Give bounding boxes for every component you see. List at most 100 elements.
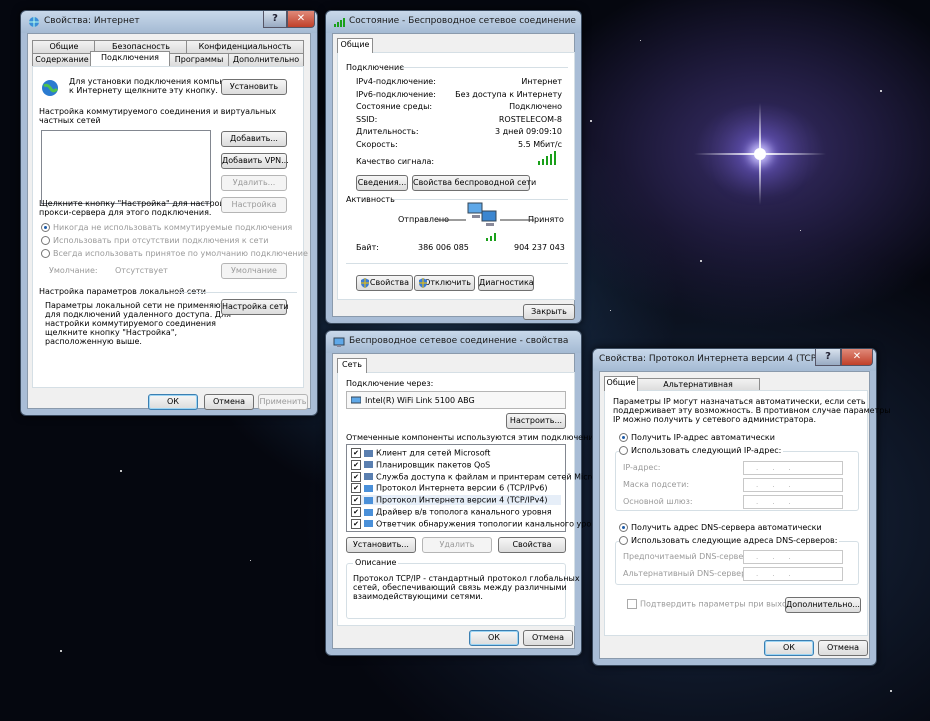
alternate-dns-field[interactable]: ... <box>743 567 843 581</box>
checkbox[interactable]: ✔ <box>351 495 361 506</box>
ipv4-panel: Параметры IP могут назначаться автоматич… <box>604 390 891 636</box>
ok-button[interactable]: ОК <box>148 394 198 410</box>
help-button[interactable]: ? <box>263 11 287 28</box>
checkbox[interactable]: ✔ <box>351 483 361 494</box>
uninstall-button[interactable]: Удалить <box>422 537 492 553</box>
cancel-button[interactable]: Отмена <box>818 640 868 656</box>
title-bar[interactable]: Свойства: Интернет ? ✕ <box>21 11 317 33</box>
lan-text-line: щелкните кнопку "Настройка", <box>45 328 178 337</box>
title-bar[interactable]: Свойства: Протокол Интернета версии 4 (T… <box>593 349 876 371</box>
settings-button[interactable]: Настройка <box>221 197 287 213</box>
star <box>880 90 882 92</box>
ok-button[interactable]: ОК <box>764 640 814 656</box>
component-label: Планировщик пакетов QoS <box>376 460 491 470</box>
tab-advanced[interactable]: Дополнительно <box>228 53 304 66</box>
close-dialog-button[interactable]: Закрыть <box>523 304 575 320</box>
globe-icon <box>42 80 59 96</box>
tab-content[interactable]: Содержание <box>32 53 92 66</box>
setup-text: Для установки подключения компьютера <box>69 77 246 86</box>
validate-checkbox[interactable]: Подтвердить параметры при выходе <box>627 599 797 609</box>
component-icon <box>364 461 373 469</box>
checkbox[interactable]: ✔ <box>351 518 361 529</box>
apply-button[interactable]: Применить <box>258 394 308 410</box>
connections-list[interactable] <box>41 130 211 204</box>
radio-dns-auto[interactable]: Получить адрес DNS-сервера автоматически <box>619 523 822 532</box>
tab-general[interactable]: Общие <box>604 376 638 391</box>
proxy-hint: Щелкните кнопку "Настройка" для настройк… <box>39 199 235 208</box>
component-item[interactable]: ✔ Драйвер в/в тополога канального уровня <box>351 507 552 517</box>
wireless-properties-button[interactable]: Свойства беспроводной сети <box>412 175 536 191</box>
bytes-sent: 386 006 085 <box>418 243 469 252</box>
component-item[interactable]: ✔ Протокол Интернета версии 6 (TCP/IPv6) <box>351 483 548 494</box>
status-row-value: ROSTELECOM-8 <box>498 114 562 124</box>
lan-text-line: расположенную выше. <box>45 337 142 346</box>
cancel-button[interactable]: Отмена <box>523 630 573 646</box>
tab-general[interactable]: Общие <box>337 38 373 53</box>
configure-button[interactable]: Настроить... <box>506 413 566 429</box>
title-bar[interactable]: Состояние - Беспроводное сетевое соедине… <box>326 11 581 33</box>
lan-settings-button[interactable]: Настройка сети <box>221 299 289 315</box>
component-item[interactable]: ✔ Служба доступа к файлам и принтерам сет… <box>351 471 604 482</box>
ok-button[interactable]: ОК <box>469 630 519 646</box>
disable-button[interactable]: Отключить <box>414 275 475 291</box>
checkbox[interactable]: ✔ <box>351 448 361 458</box>
status-row-label: IPv6-подключение: <box>356 89 436 99</box>
preferred-dns-field[interactable]: ... <box>743 550 843 564</box>
star <box>60 650 62 652</box>
install-button[interactable]: Установить... <box>346 537 416 553</box>
checkbox[interactable]: ✔ <box>351 459 361 470</box>
cancel-button[interactable]: Отмена <box>204 394 254 410</box>
status-row-label: Скорость: <box>356 139 398 149</box>
star <box>700 260 702 262</box>
checkbox[interactable]: ✔ <box>351 507 361 517</box>
component-item[interactable]: ✔ Протокол Интернета версии 4 (TCP/IPv4) <box>351 495 561 506</box>
tab-connections[interactable]: Подключения <box>90 51 170 66</box>
component-item[interactable]: ✔ Ответчик обнаружения топологии канально… <box>351 518 606 529</box>
radio-dns-manual[interactable]: Использовать следующие адреса DNS-сервер… <box>619 536 840 545</box>
radio-ip-manual[interactable]: Использовать следующий IP-адрес: <box>619 446 784 455</box>
gateway-field[interactable]: ... <box>743 495 843 509</box>
add-vpn-button[interactable]: Добавить VPN... <box>221 153 289 169</box>
component-label: Клиент для сетей Microsoft <box>376 448 491 458</box>
description-line: сетей, обеспечивающий связь между различ… <box>353 583 567 592</box>
ip-label: IP-адрес: <box>623 463 661 472</box>
radio-when-no-network[interactable]: Использовать при отсутствии подключения … <box>41 236 268 245</box>
help-button[interactable]: ? <box>815 349 841 366</box>
advanced-button[interactable]: Дополнительно... <box>785 597 861 613</box>
tab-programs[interactable]: Программы <box>168 53 230 66</box>
checkbox[interactable]: ✔ <box>351 471 361 482</box>
title-bar[interactable]: Беспроводное сетевое соединение - свойст… <box>326 331 581 353</box>
tab-general[interactable]: Общие <box>32 40 96 53</box>
remove-button[interactable]: Удалить... <box>221 175 287 191</box>
setup-button[interactable]: Установить <box>221 79 287 95</box>
close-button[interactable]: ✕ <box>287 11 315 28</box>
internet-properties-window: Свойства: Интернет ? ✕ Общие Безопасност… <box>20 10 318 416</box>
tab-network[interactable]: Сеть <box>337 358 367 373</box>
component-item[interactable]: ✔ Клиент для сетей Microsoft <box>351 448 490 458</box>
default-button[interactable]: Умолчание <box>221 263 287 279</box>
ip-address-field[interactable]: ... <box>743 461 843 475</box>
intro-line: Параметры IP могут назначаться автоматич… <box>613 397 866 406</box>
radio-ip-auto[interactable]: Получить IP-адрес автоматически <box>619 433 775 442</box>
close-button[interactable]: ✕ <box>841 349 873 366</box>
subnet-mask-field[interactable]: ... <box>743 478 843 492</box>
tab-privacy[interactable]: Конфиденциальность <box>186 40 304 53</box>
properties-button[interactable]: Свойства <box>356 275 413 291</box>
component-icon <box>364 473 373 481</box>
diagnostics-button[interactable]: Диагностика <box>478 275 534 291</box>
component-icon <box>364 520 373 528</box>
component-label: Служба доступа к файлам и принтерам сете… <box>376 472 604 482</box>
add-button[interactable]: Добавить... <box>221 131 287 147</box>
network-computers-icon <box>467 202 497 226</box>
adapter-properties-window: Беспроводное сетевое соединение - свойст… <box>325 330 607 656</box>
component-item[interactable]: ✔ Планировщик пакетов QoS <box>351 459 491 470</box>
dialup-label: Настройка коммутируемого соединения и ви… <box>39 107 277 116</box>
connections-panel: Для установки подключения компьютера к И… <box>32 66 308 388</box>
star <box>120 470 122 472</box>
details-button[interactable]: Сведения... <box>356 175 408 191</box>
components-list[interactable]: ✔ Клиент для сетей Microsoft ✔ Планировщик … <box>346 444 606 532</box>
status-row-value: 3 дней 09:09:10 <box>495 127 562 136</box>
radio-always[interactable]: Всегда использовать принятое по умолчани… <box>41 249 308 258</box>
properties-button[interactable]: Свойства <box>498 537 566 553</box>
radio-never[interactable]: Никогда не использовать коммутируемые по… <box>41 223 292 232</box>
